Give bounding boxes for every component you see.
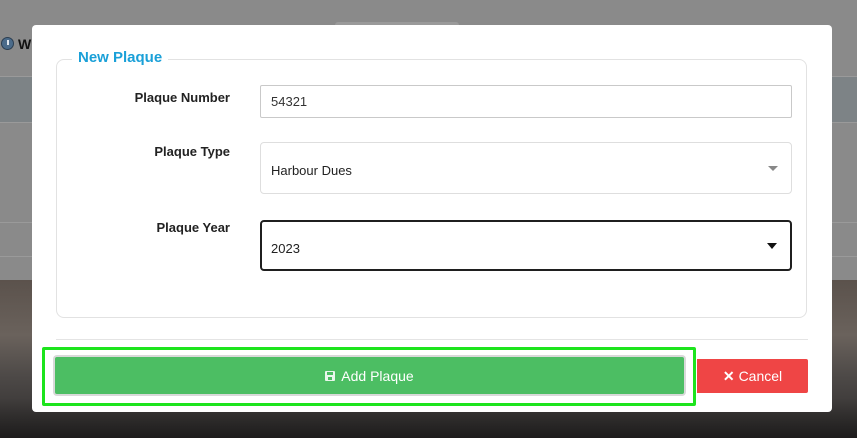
plaque-number-input[interactable] <box>260 85 792 118</box>
plaque-year-selected: 2023 <box>271 240 300 256</box>
add-plaque-button[interactable]: Add Plaque <box>55 357 684 394</box>
chevron-down-icon <box>767 243 777 249</box>
cancel-button[interactable]: ✕ Cancel <box>697 359 808 393</box>
form-legend: New Plaque <box>72 49 169 67</box>
save-icon <box>325 370 336 381</box>
close-icon: ✕ <box>722 367 735 384</box>
add-plaque-label: Add Plaque <box>341 367 414 384</box>
plaque-year-label: Plaque Year <box>156 220 230 235</box>
chevron-down-icon <box>768 166 778 171</box>
plaque-year-select[interactable]: 2023 <box>260 220 792 271</box>
plaque-type-selected: Harbour Dues <box>271 162 352 178</box>
cancel-label: Cancel <box>738 368 783 384</box>
plaque-type-select[interactable]: Harbour Dues <box>260 142 792 194</box>
footer-divider <box>56 339 808 340</box>
clock-icon <box>1 37 14 50</box>
plaque-type-label: Plaque Type <box>154 144 230 159</box>
background-label: W <box>18 36 32 52</box>
plaque-number-label: Plaque Number <box>134 90 230 105</box>
